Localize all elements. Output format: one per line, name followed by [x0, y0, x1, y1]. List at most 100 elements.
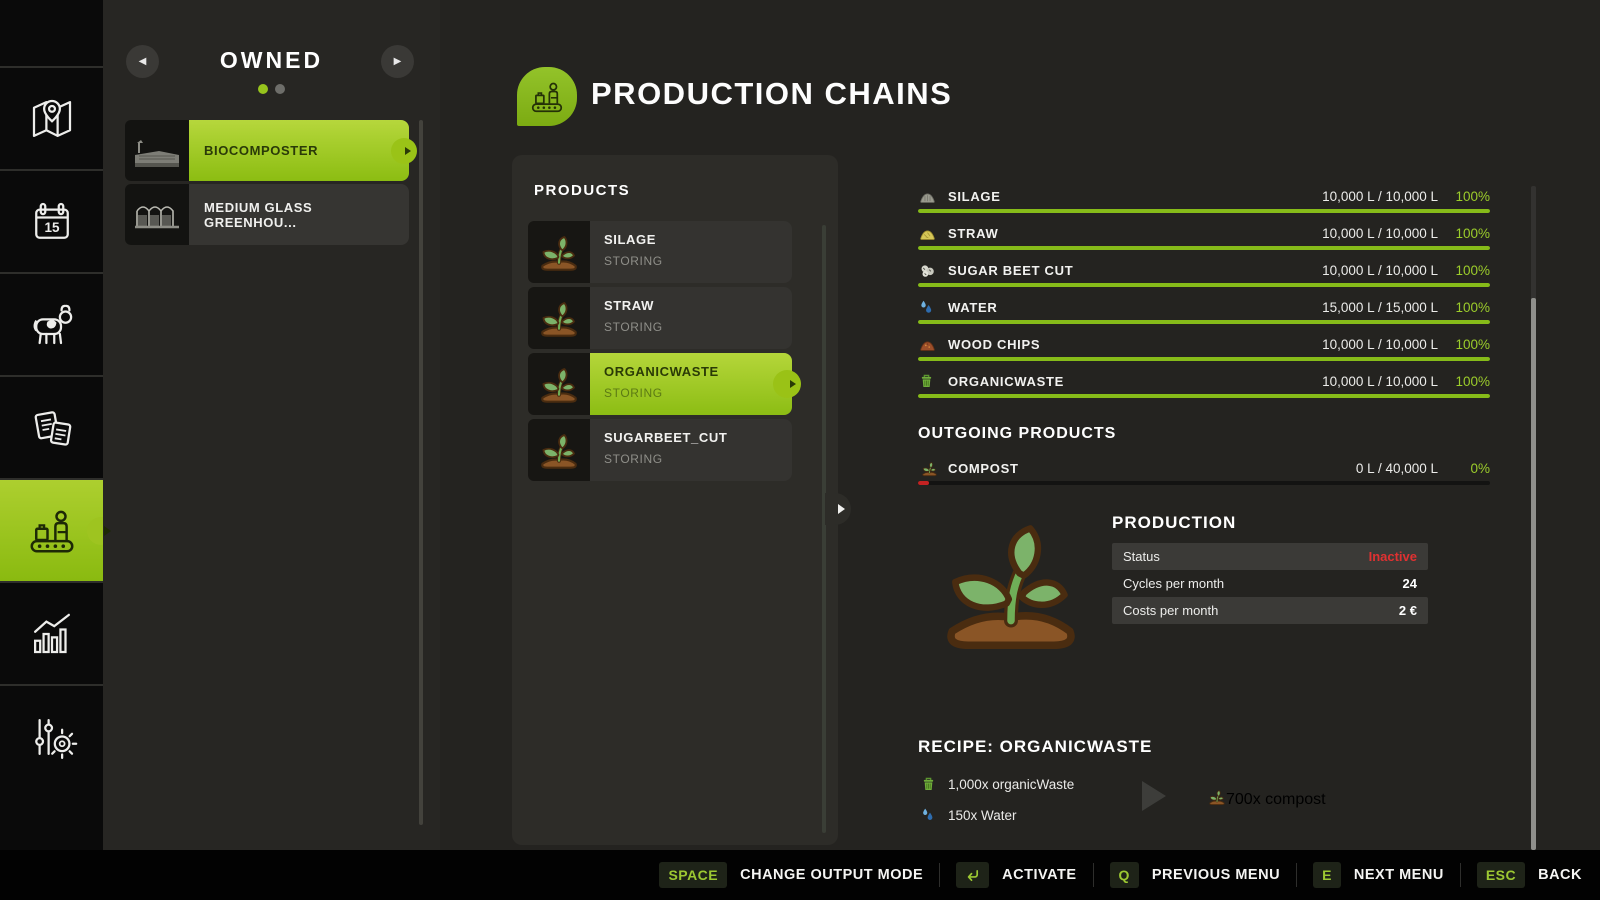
owned-item-label: BIOCOMPOSTER [189, 120, 409, 181]
seedling-thumbnail-icon [538, 231, 580, 273]
selected-item-arrow-icon [405, 147, 411, 155]
fill-amount: 10,000 L / 10,000 L [1322, 374, 1438, 389]
key-q: Q [1110, 862, 1139, 888]
owned-next-page-button[interactable]: ▶ [381, 45, 414, 78]
fill-bar [918, 283, 1490, 287]
fill-bar [918, 394, 1490, 398]
production-detail: SILAGE 10,000 L / 10,000 L 100% STRAW 10… [918, 185, 1490, 494]
page-header-tile [517, 67, 577, 126]
owned-item-label: MEDIUM GLASS GREENHOU... [189, 184, 409, 245]
recipe-heading: RECIPE: ORGANICWASTE [918, 737, 1490, 757]
owned-item-thumbnail [125, 184, 189, 245]
selected-item-arrow-icon [790, 380, 796, 388]
recipe-arrow-icon [1142, 781, 1166, 811]
water-icon [918, 298, 940, 316]
statistics-icon [25, 607, 79, 661]
fill-bar [918, 209, 1490, 213]
product-item-sugarbeet-cut[interactable]: SUGARBEET_CUT STORING [528, 419, 792, 481]
status-value: Inactive [1369, 549, 1417, 564]
separator [1296, 863, 1297, 887]
fill-amount: 0 L / 40,000 L [1356, 461, 1438, 476]
production-row-status: Status Inactive [1112, 543, 1428, 570]
product-thumbnail [528, 353, 590, 415]
fill-name: WOOD CHIPS [948, 337, 1040, 352]
products-list: SILAGE STORING STRAW STORING ORGANICWAST… [528, 221, 792, 485]
product-name: SILAGE [604, 232, 792, 247]
sidebar-item-calendar[interactable]: 15 [0, 169, 103, 272]
fill-name: ORGANICWASTE [948, 374, 1064, 389]
action-change-output-mode[interactable]: SPACE CHANGE OUTPUT MODE [659, 862, 923, 888]
greenhouse-thumbnail-image [129, 193, 185, 237]
fill-level-row: WATER 15,000 L / 15,000 L 100% [918, 296, 1490, 333]
action-activate[interactable]: ACTIVATE [956, 862, 1076, 888]
sidebar-item-statistics[interactable] [0, 581, 103, 684]
owned-column: ◀ OWNED ▶ BIOCOMPOSTER [103, 0, 440, 850]
page-scrollbar-thumb[interactable] [1531, 298, 1536, 850]
fill-level-row: SILAGE 10,000 L / 10,000 L 100% [918, 185, 1490, 222]
documents-icon [25, 401, 79, 455]
page-scrollbar[interactable] [1531, 186, 1536, 850]
cow-icon [25, 298, 79, 352]
panel-expand-handle[interactable] [825, 493, 851, 525]
product-thumbnail [528, 419, 590, 481]
fill-level-row: STRAW 10,000 L / 10,000 L 100% [918, 222, 1490, 259]
fill-amount: 10,000 L / 10,000 L [1322, 226, 1438, 241]
fill-name: COMPOST [948, 461, 1019, 476]
products-heading: PRODUCTS [534, 182, 630, 199]
organicwaste-icon [918, 775, 938, 793]
action-next-menu[interactable]: E NEXT MENU [1313, 862, 1444, 888]
production-row-costs: Costs per month 2 € [1112, 597, 1428, 624]
map-icon [25, 92, 79, 146]
product-status: STORING [604, 452, 792, 466]
compost-icon [1208, 788, 1226, 811]
enter-key-icon [956, 862, 989, 888]
organicwaste-icon [918, 372, 940, 390]
action-back[interactable]: ESC BACK [1477, 862, 1582, 888]
fill-amount: 10,000 L / 10,000 L [1322, 189, 1438, 204]
production-status-block: PRODUCTION Status Inactive Cycles per mo… [918, 507, 1490, 657]
products-panel: PRODUCTS SILAGE STORING STRAW STORING [512, 155, 838, 845]
fill-name: SILAGE [948, 189, 1001, 204]
owned-list: BIOCOMPOSTER MEDIUM GLASS GREENHOU... [125, 120, 409, 248]
product-status: STORING [604, 254, 792, 268]
fill-bar [918, 357, 1490, 361]
fill-percent: 100% [1438, 300, 1490, 315]
owned-pagination-dots [103, 84, 440, 94]
silage-icon [918, 187, 940, 205]
product-thumbnail [528, 287, 590, 349]
fill-amount: 10,000 L / 10,000 L [1322, 337, 1438, 352]
product-name: STRAW [604, 298, 792, 313]
svg-text:15: 15 [44, 220, 60, 235]
owned-item-greenhouse[interactable]: MEDIUM GLASS GREENHOU... [125, 184, 409, 245]
page-dot-active[interactable] [258, 84, 268, 94]
sidebar-item-production-chains[interactable] [0, 478, 103, 581]
product-status: STORING [604, 320, 792, 334]
page-dot[interactable] [275, 84, 285, 94]
product-item-silage[interactable]: SILAGE STORING [528, 221, 792, 283]
fill-percent: 100% [1438, 263, 1490, 278]
fill-level-row: WOOD CHIPS 10,000 L / 10,000 L 100% [918, 333, 1490, 370]
main-nav-sidebar: 15 [0, 0, 103, 900]
sidebar-spacer [0, 0, 103, 66]
sidebar-item-settings[interactable] [0, 684, 103, 787]
product-name: ORGANICWASTE [604, 364, 792, 379]
products-scrollbar[interactable] [822, 225, 826, 833]
sidebar-item-finances[interactable] [0, 375, 103, 478]
owned-item-biocomposter[interactable]: BIOCOMPOSTER [125, 120, 409, 181]
sidebar-item-map[interactable] [0, 66, 103, 169]
fill-percent: 100% [1438, 226, 1490, 241]
action-previous-menu[interactable]: Q PREVIOUS MENU [1110, 862, 1281, 888]
fill-percent: 100% [1438, 189, 1490, 204]
product-item-organicwaste[interactable]: ORGANICWASTE STORING [528, 353, 792, 415]
fill-percent: 100% [1438, 374, 1490, 389]
chevron-right-icon: ▶ [394, 56, 402, 67]
straw-icon [918, 224, 940, 242]
chevron-right-icon [838, 504, 845, 514]
recipe-input: 1,000x organicWaste [918, 775, 1118, 793]
product-item-straw[interactable]: STRAW STORING [528, 287, 792, 349]
seedling-thumbnail-icon [538, 429, 580, 471]
sidebar-item-animals[interactable] [0, 272, 103, 375]
production-row-cycles: Cycles per month 24 [1112, 570, 1428, 597]
owned-scrollbar[interactable] [419, 120, 423, 825]
outgoing-products-heading: OUTGOING PRODUCTS [918, 425, 1490, 443]
